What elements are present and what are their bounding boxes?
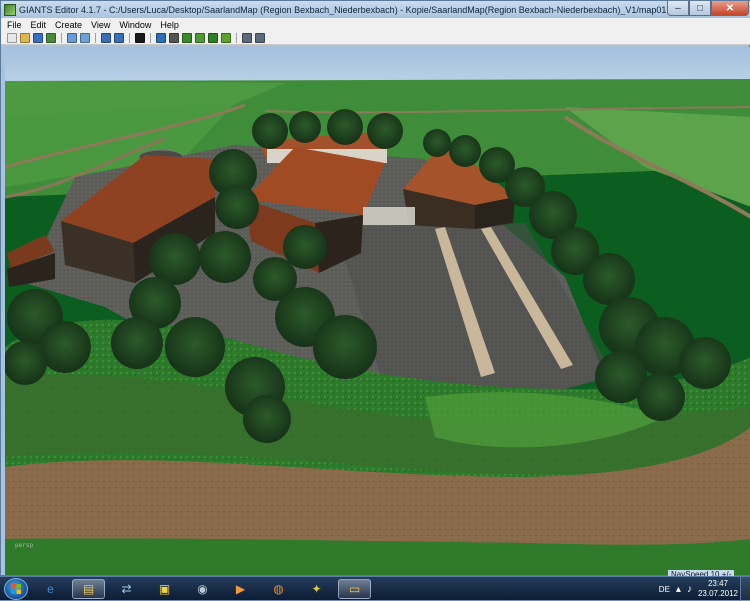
toolbar-separator <box>129 32 130 43</box>
sky <box>5 47 750 81</box>
clock-time: 23:47 <box>707 579 728 588</box>
giants-editor-icon[interactable]: ▭ <box>338 579 371 599</box>
start-button[interactable] <box>4 578 28 600</box>
terrain-paint-icon[interactable] <box>195 32 205 43</box>
save-as-icon[interactable] <box>46 32 56 43</box>
grass-paint-icon[interactable] <box>221 32 231 43</box>
editor-window: GIANTS Editor 4.1.7 - C:/Users/Luca/Desk… <box>0 0 750 576</box>
toolbar-separator <box>236 32 237 43</box>
toolbar <box>1 31 750 45</box>
menu-view[interactable]: View <box>91 20 110 30</box>
new-file-icon[interactable] <box>7 32 17 43</box>
volume-icon[interactable]: ♪ <box>687 584 692 595</box>
menu-bar: File Edit Create View Window Help <box>1 18 750 31</box>
open-folder-icon[interactable] <box>20 32 30 43</box>
media-icon[interactable]: ◉ <box>186 579 219 599</box>
window-title: GIANTS Editor 4.1.7 - C:/Users/Luca/Desk… <box>19 4 681 15</box>
terrain-sculpt-icon[interactable] <box>182 32 192 43</box>
scene-render[interactable] <box>5 47 750 575</box>
close-button[interactable]: ✕ <box>711 1 749 16</box>
toolbar-separator <box>95 32 96 43</box>
menu-create[interactable]: Create <box>55 20 82 30</box>
refresh-icon[interactable] <box>80 32 90 43</box>
media-player-icon[interactable]: ▶ <box>224 579 257 599</box>
windows-logo-icon <box>11 584 21 594</box>
clock-date: 23.07.2012 <box>697 589 738 598</box>
window-controls: – □ ✕ <box>667 1 749 17</box>
foliage-paint-icon[interactable] <box>208 32 218 43</box>
game-icon[interactable]: ✦ <box>300 579 333 599</box>
undo-icon[interactable] <box>101 32 111 43</box>
taskbar: e ▤ ⇄ ▣ ◉ ▶ ◍ ✦ ▭ DE ▴ ♪ 23:47 23.07.2012 <box>0 576 750 601</box>
program-icon[interactable]: ▣ <box>148 579 181 599</box>
shed-far-left <box>7 235 55 287</box>
show-desktop-button[interactable] <box>740 577 750 601</box>
menu-file[interactable]: File <box>7 20 22 30</box>
firefox-icon[interactable]: ◍ <box>262 579 295 599</box>
3d-viewport[interactable]: persp <box>5 47 750 575</box>
yard-slab <box>363 207 415 225</box>
import-icon[interactable] <box>67 32 77 43</box>
tray-expand-icon[interactable]: ▴ <box>676 584 681 595</box>
unlink-icon[interactable] <box>255 32 265 43</box>
toolbar-separator <box>150 32 151 43</box>
internet-explorer-icon[interactable]: e <box>34 579 67 599</box>
menu-edit[interactable]: Edit <box>31 20 47 30</box>
menu-window[interactable]: Window <box>119 20 151 30</box>
select-tool-icon[interactable] <box>156 32 166 43</box>
giants-app-icon <box>4 3 16 16</box>
menu-help[interactable]: Help <box>160 20 179 30</box>
minimize-button[interactable]: – <box>667 1 689 16</box>
save-icon[interactable] <box>33 32 43 43</box>
redo-icon[interactable] <box>114 32 124 43</box>
title-bar[interactable]: GIANTS Editor 4.1.7 - C:/Users/Luca/Desk… <box>1 1 750 18</box>
toolbar-separator <box>61 32 62 43</box>
clock[interactable]: 23:47 23.07.2012 <box>698 579 738 599</box>
network-icon[interactable]: ⇄ <box>110 579 143 599</box>
language-indicator[interactable]: DE <box>659 585 670 594</box>
maximize-button[interactable]: □ <box>689 1 711 16</box>
link-icon[interactable] <box>242 32 252 43</box>
system-tray: DE ▴ ♪ 23:47 23.07.2012 <box>659 577 738 601</box>
play-icon[interactable] <box>135 32 145 43</box>
magnet-icon[interactable] <box>169 32 179 43</box>
viewport-camera-label: persp <box>15 542 34 549</box>
file-explorer-icon[interactable]: ▤ <box>72 579 105 599</box>
